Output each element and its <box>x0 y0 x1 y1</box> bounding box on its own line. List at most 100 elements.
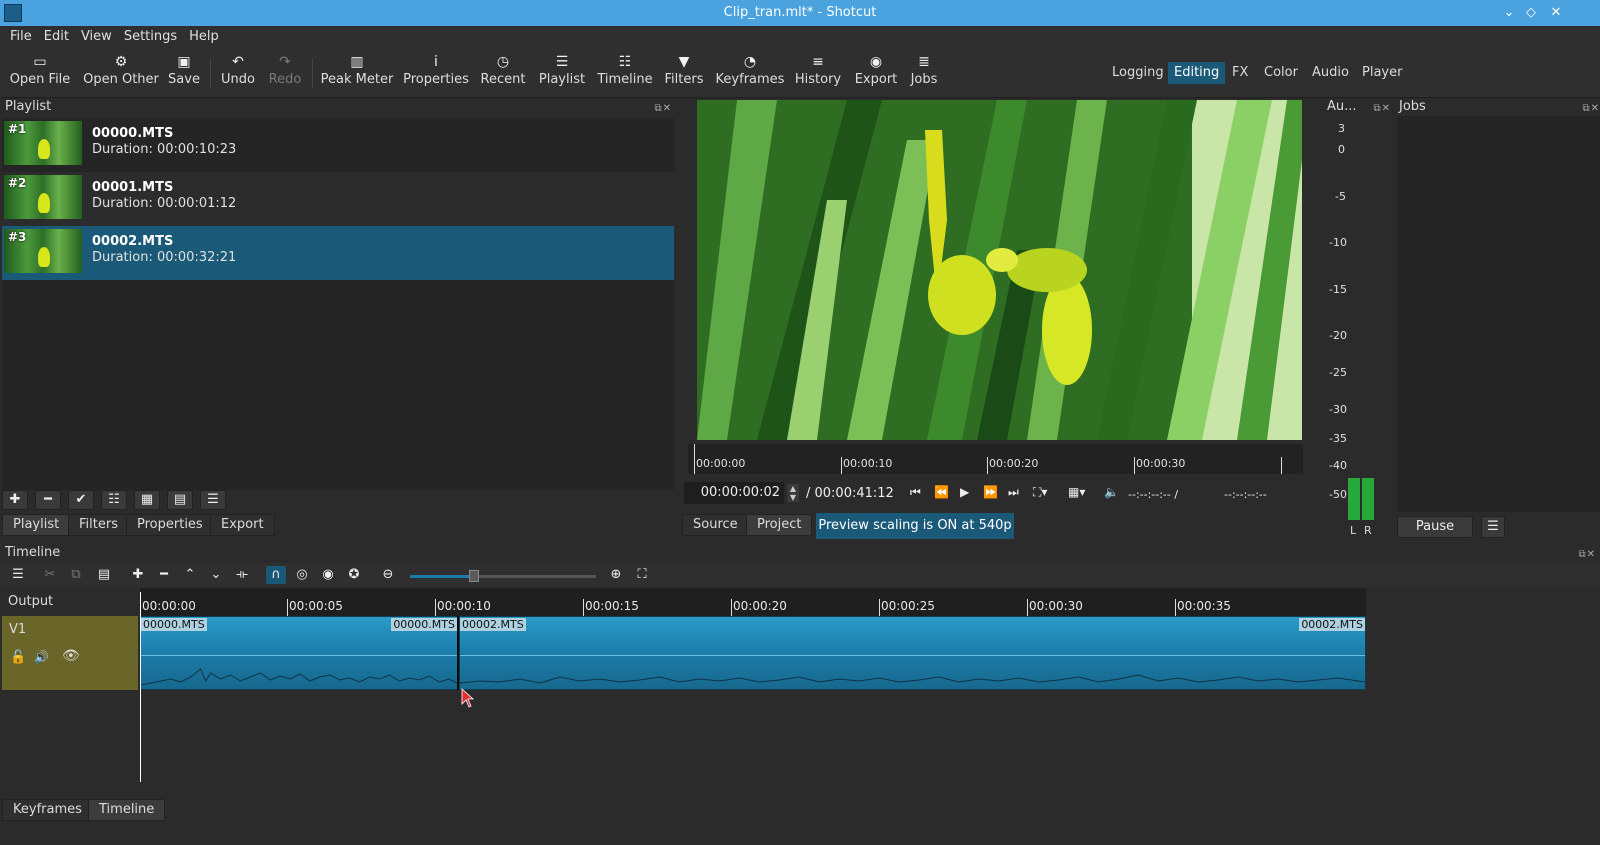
play-icon[interactable]: ▶ <box>960 485 969 499</box>
ruler-label: 00:00:30 <box>1029 599 1083 613</box>
grid-icon[interactable]: ▦▾ <box>1068 485 1085 499</box>
tab-timeline[interactable]: Timeline <box>88 799 166 821</box>
meter-label-right: R <box>1364 524 1372 537</box>
close-button[interactable]: ✕ <box>1543 0 1569 26</box>
playlist-menu-button[interactable]: ☰ <box>200 490 226 510</box>
remove-button[interactable]: ━ <box>35 490 61 510</box>
details-view-button[interactable]: ☷ <box>101 490 127 510</box>
lift-icon[interactable]: ⌃ <box>180 566 200 584</box>
zoom-fit-icon[interactable]: ⛶ <box>632 566 652 584</box>
menu-help[interactable]: Help <box>183 26 225 48</box>
meter-label-left: L <box>1350 524 1357 537</box>
recent-button[interactable]: ◷ Recent <box>478 52 528 94</box>
remove-icon[interactable]: ━ <box>154 566 174 584</box>
menu-bar: File Edit View Settings Help <box>0 26 1600 48</box>
timeline-playhead[interactable] <box>140 592 141 782</box>
add-button[interactable]: ✚ <box>2 490 28 510</box>
layout-color[interactable]: Color <box>1258 62 1304 84</box>
item-duration: Duration: 00:00:01:12 <box>92 196 237 211</box>
ruler-tick <box>583 599 584 616</box>
viewer-ruler[interactable]: 00:00:00 00:00:10 00:00:20 00:00:30 <box>688 444 1303 474</box>
skip-next-icon[interactable]: ⏭ <box>1008 485 1019 500</box>
timeline-header-bar: Timeline ⧉✕ <box>0 544 1600 562</box>
zoom-slider-handle[interactable] <box>469 570 479 582</box>
tab-export[interactable]: Export <box>210 514 275 536</box>
undo-icon: ↶ <box>232 54 244 70</box>
timeline-clip[interactable]: 00000.MTS 00000.MTS <box>140 616 458 690</box>
maximize-button[interactable]: ◇ <box>1518 0 1544 26</box>
properties-button[interactable]: i Properties <box>402 52 470 94</box>
undo-button[interactable]: ↶ Undo <box>218 52 258 94</box>
rewind-icon[interactable]: ⏪ <box>934 485 949 499</box>
skip-previous-icon[interactable]: ⏮ <box>910 485 921 500</box>
tiles-view-button[interactable]: ▦ <box>134 490 160 510</box>
tab-source[interactable]: Source <box>682 514 749 536</box>
dock-buttons[interactable]: ⧉✕ <box>1578 546 1596 564</box>
tab-playlist[interactable]: Playlist <box>2 514 71 536</box>
dock-buttons[interactable]: ⧉✕ <box>1373 100 1391 118</box>
playlist-item-selected[interactable]: #3 00002.MTS Duration: 00:00:32:21 <box>2 226 674 280</box>
layout-logging[interactable]: Logging <box>1106 62 1170 84</box>
current-time-field[interactable]: 00:00:00:02 <box>684 482 784 504</box>
append-icon[interactable]: ✚ <box>128 566 148 584</box>
open-file-button[interactable]: ▭ Open File <box>8 52 72 94</box>
zoom-icon[interactable]: ⛶▾ <box>1033 485 1047 500</box>
paste-icon[interactable]: ▤ <box>94 566 114 584</box>
fast-forward-icon[interactable]: ⏩ <box>983 485 998 499</box>
copy-icon[interactable]: ⧉ <box>66 566 86 584</box>
time-spinner[interactable]: ▲ ▼ <box>787 484 799 502</box>
tab-project[interactable]: Project <box>746 514 813 536</box>
menu-file[interactable]: File <box>4 26 38 48</box>
volume-icon[interactable]: 🔈 <box>1104 485 1119 499</box>
keyframes-button[interactable]: ◔ Keyframes <box>714 52 786 94</box>
menu-view[interactable]: View <box>75 26 118 48</box>
history-button[interactable]: ≡ History <box>794 52 842 94</box>
ruler-label: 00:00:00 <box>696 457 746 470</box>
track-header-v1[interactable]: V1 🔓 🔊 👁 <box>2 616 138 690</box>
pause-button[interactable]: Pause <box>1397 516 1473 538</box>
ripple-icon[interactable]: ◉ <box>318 566 338 584</box>
cut-icon[interactable]: ✂ <box>40 566 60 584</box>
mouse-cursor-icon <box>461 688 475 708</box>
zoom-out-icon[interactable]: ⊖ <box>378 566 398 584</box>
overwrite-icon[interactable]: ⌄ <box>206 566 226 584</box>
open-other-button[interactable]: ⚙ Open Other <box>80 52 162 94</box>
peak-meter-button[interactable]: ▥ Peak Meter <box>320 52 394 94</box>
mute-icon[interactable]: 🔊 <box>34 650 49 664</box>
menu-edit[interactable]: Edit <box>38 26 75 48</box>
eye-icon[interactable]: 👁 <box>62 648 80 664</box>
menu-settings[interactable]: Settings <box>118 26 183 48</box>
playlist-list: #1 00000.MTS Duration: 00:00:10:23 #2 00… <box>2 118 674 490</box>
save-button[interactable]: ▣ Save <box>166 52 202 94</box>
timeline-menu-icon[interactable]: ☰ <box>8 566 28 584</box>
update-button[interactable]: ✔ <box>68 490 94 510</box>
export-button[interactable]: ◉ Export <box>852 52 900 94</box>
item-number: #3 <box>8 230 27 244</box>
filters-button[interactable]: ▼ Filters <box>662 52 706 94</box>
tab-filters[interactable]: Filters <box>68 514 129 536</box>
dock-buttons[interactable]: ⧉✕ <box>654 100 672 118</box>
timeline-clip[interactable]: 00002.MTS 00002.MTS <box>459 616 1366 690</box>
split-icon[interactable]: ⟛ <box>232 566 252 584</box>
scrub-icon[interactable]: ◎ <box>292 566 312 584</box>
layout-fx[interactable]: FX <box>1226 62 1254 84</box>
lock-icon[interactable]: 🔓 <box>10 650 26 665</box>
zoom-in-icon[interactable]: ⊕ <box>606 566 626 584</box>
redo-button[interactable]: ↷ Redo <box>266 52 304 94</box>
playlist-item[interactable]: #1 00000.MTS Duration: 00:00:10:23 <box>2 118 674 172</box>
timeline-button[interactable]: ☷ Timeline <box>596 52 654 94</box>
playlist-button[interactable]: ☰ Playlist <box>536 52 588 94</box>
timeline-ruler[interactable]: 00:00:00 00:00:05 00:00:10 00:00:15 00:0… <box>140 588 1366 616</box>
layout-editing[interactable]: Editing <box>1168 62 1226 84</box>
icons-view-button[interactable]: ▤ <box>167 490 193 510</box>
video-preview[interactable] <box>697 100 1302 440</box>
layout-player[interactable]: Player <box>1356 62 1408 84</box>
ripple-all-icon[interactable]: ✪ <box>344 566 364 584</box>
tab-properties[interactable]: Properties <box>126 514 214 536</box>
jobs-button[interactable]: ≣ Jobs <box>908 52 940 94</box>
snap-icon[interactable]: ∩ <box>266 566 286 584</box>
jobs-menu-button[interactable]: ☰ <box>1481 516 1505 538</box>
playlist-item[interactable]: #2 00001.MTS Duration: 00:00:01:12 <box>2 172 674 226</box>
tab-keyframes[interactable]: Keyframes <box>2 799 93 821</box>
layout-audio[interactable]: Audio <box>1306 62 1355 84</box>
